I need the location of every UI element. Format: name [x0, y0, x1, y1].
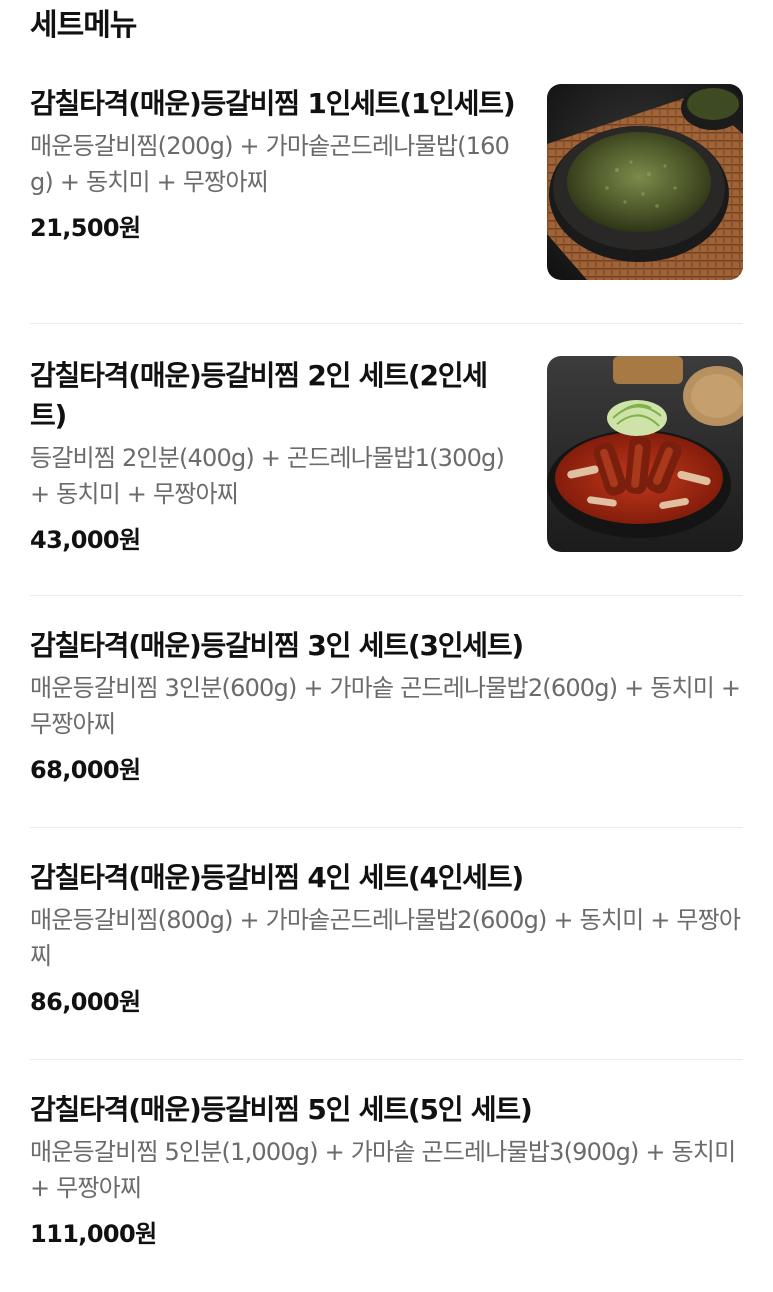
menu-item[interactable]: 감칠타격(매운)등갈비찜 3인 세트(3인세트) 매운등갈비찜 3인분(600g… [30, 596, 743, 828]
menu-item-name: 감칠타격(매운)등갈비찜 2인 세트(2인세트) [30, 359, 488, 432]
gondre-rice-pot-photo [547, 84, 743, 280]
menu-item-description: 매운등갈비찜(200g) + 가마솥곤드레나물밥(160g) + 동치미 + 무… [30, 132, 510, 196]
menu-list: 감칠타격(매운)등갈비찜 1인세트(1인세트) 매운등갈비찜(200g) + 가… [30, 48, 743, 1292]
menu-item-photo[interactable] [547, 84, 743, 280]
set-menu-page: 세트메뉴 감칠타격(매운)등갈비찜 1인세트(1인세트) 매운등갈비찜(200g… [0, 0, 773, 1275]
menu-item-info: 감칠타격(매운)등갈비찜 5인 세트(5인 세트) 매운등갈비찜 5인분(1,0… [30, 1090, 743, 1250]
menu-item-name: 감칠타격(매운)등갈비찜 3인 세트(3인세트) [30, 629, 524, 662]
menu-item-price: 86,000원 [30, 988, 141, 1016]
menu-item-name: 감칠타격(매운)등갈비찜 5인 세트(5인 세트) [30, 1093, 533, 1126]
section-title: 세트메뉴 [30, 8, 137, 43]
menu-item-price: 43,000원 [30, 526, 141, 554]
menu-item[interactable]: 감칠타격(매운)등갈비찜 4인 세트(4인세트) 매운등갈비찜(800g) + … [30, 828, 743, 1060]
menu-item[interactable]: 감칠타격(매운)등갈비찜 5인 세트(5인 세트) 매운등갈비찜 5인분(1,0… [30, 1060, 743, 1292]
menu-item-info: 감칠타격(매운)등갈비찜 3인 세트(3인세트) 매운등갈비찜 3인분(600g… [30, 626, 743, 786]
menu-item-info: 감칠타격(매운)등갈비찜 1인세트(1인세트) 매운등갈비찜(200g) + 가… [30, 84, 520, 244]
menu-item-price: 68,000원 [30, 756, 141, 784]
spicy-rib-stew-photo [547, 356, 743, 552]
menu-item-name: 감칠타격(매운)등갈비찜 4인 세트(4인세트) [30, 861, 524, 894]
menu-item[interactable]: 감칠타격(매운)등갈비찜 2인 세트(2인세트) 등갈비찜 2인분(400g) … [30, 324, 743, 596]
menu-item-photo[interactable] [547, 356, 743, 552]
menu-item-price: 21,500원 [30, 214, 141, 242]
menu-item-description: 등갈비찜 2인분(400g) + 곤드레나물밥1(300g) + 동치미 + 무… [30, 444, 505, 508]
menu-item-price: 111,000원 [30, 1220, 157, 1248]
menu-item-description: 매운등갈비찜 5인분(1,000g) + 가마솥 곤드레나물밥3(900g) +… [30, 1138, 736, 1202]
menu-item-name: 감칠타격(매운)등갈비찜 1인세트(1인세트) [30, 87, 516, 120]
menu-item-description: 매운등갈비찜(800g) + 가마솥곤드레나물밥2(600g) + 동치미 + … [30, 906, 741, 970]
menu-item-info: 감칠타격(매운)등갈비찜 4인 세트(4인세트) 매운등갈비찜(800g) + … [30, 858, 743, 1018]
menu-item[interactable]: 감칠타격(매운)등갈비찜 1인세트(1인세트) 매운등갈비찜(200g) + 가… [30, 48, 743, 324]
menu-item-description: 매운등갈비찜 3인분(600g) + 가마솥 곤드레나물밥2(600g) + 동… [30, 674, 741, 738]
menu-item-info: 감칠타격(매운)등갈비찜 2인 세트(2인세트) 등갈비찜 2인분(400g) … [30, 356, 520, 556]
